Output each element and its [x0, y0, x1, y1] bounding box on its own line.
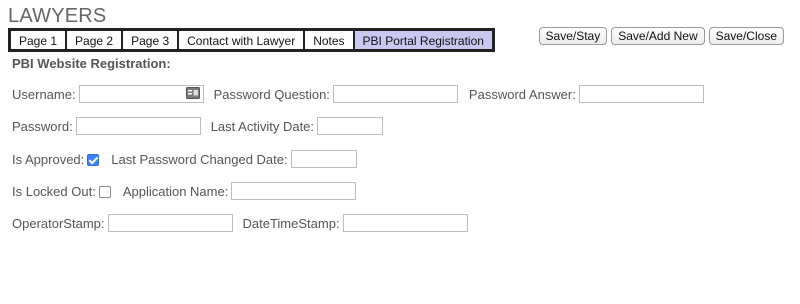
password-label: Password: [12, 118, 73, 134]
last-password-changed-date-label: Last Password Changed Date: [111, 151, 288, 167]
is-approved-label: Is Approved: [12, 151, 85, 167]
application-name-label: Application Name: [122, 183, 229, 199]
tab-contact-with-lawyer[interactable]: Contact with Lawyer [178, 30, 305, 50]
app-title: LAWYERS [8, 5, 107, 27]
password-question-label: Password Question: [213, 86, 330, 102]
save-stay-button[interactable]: Save/Stay [538, 27, 608, 45]
is-approved-checkbox[interactable] [87, 154, 100, 166]
row-password: Password: Last Activity Date: [12, 117, 384, 135]
password-answer-input[interactable] [578, 85, 704, 103]
last-password-changed-date-input[interactable] [290, 150, 357, 168]
tab-page-2[interactable]: Page 2 [66, 30, 123, 50]
operator-stamp-input[interactable] [107, 214, 233, 232]
save-close-button[interactable]: Save/Close [708, 27, 784, 45]
row-is-approved: Is Approved: Last Password Changed Date: [12, 150, 357, 168]
operator-stamp-label: OperatorStamp: [12, 215, 105, 231]
row-stamps: OperatorStamp: DateTimeStamp: [12, 214, 468, 232]
application-name-input[interactable] [231, 182, 357, 200]
password-answer-label: Password Answer: [468, 86, 576, 102]
page: LAWYERS Page 1 Page 2 Page 3 Contact wit… [0, 0, 800, 304]
last-activity-date-input[interactable] [317, 117, 384, 135]
row-is-locked-out: Is Locked Out: Application Name: [12, 182, 357, 200]
username-field-wrap [78, 85, 204, 103]
tab-pbi-portal-registration[interactable]: PBI Portal Registration [353, 30, 493, 50]
password-input[interactable] [75, 117, 201, 135]
contact-card-icon[interactable] [185, 87, 200, 99]
section-title: PBI Website Registration: [12, 56, 171, 71]
date-time-stamp-input[interactable] [342, 214, 468, 232]
action-buttons: Save/Stay Save/Add New Save/Close [538, 27, 784, 45]
date-time-stamp-label: DateTimeStamp: [242, 215, 340, 231]
password-question-input[interactable] [332, 85, 458, 103]
tab-page-1[interactable]: Page 1 [10, 30, 67, 50]
is-locked-out-checkbox[interactable] [98, 186, 111, 198]
tab-bar: Page 1 Page 2 Page 3 Contact with Lawyer… [8, 28, 495, 52]
row-username: Username: Password Question: Password An… [12, 85, 704, 103]
last-activity-date-label: Last Activity Date: [210, 118, 315, 134]
tab-notes[interactable]: Notes [304, 30, 354, 50]
save-add-new-button[interactable]: Save/Add New [611, 27, 705, 45]
is-locked-out-label: Is Locked Out: [12, 183, 96, 199]
username-label: Username: [12, 86, 76, 102]
tab-page-3[interactable]: Page 3 [122, 30, 179, 50]
